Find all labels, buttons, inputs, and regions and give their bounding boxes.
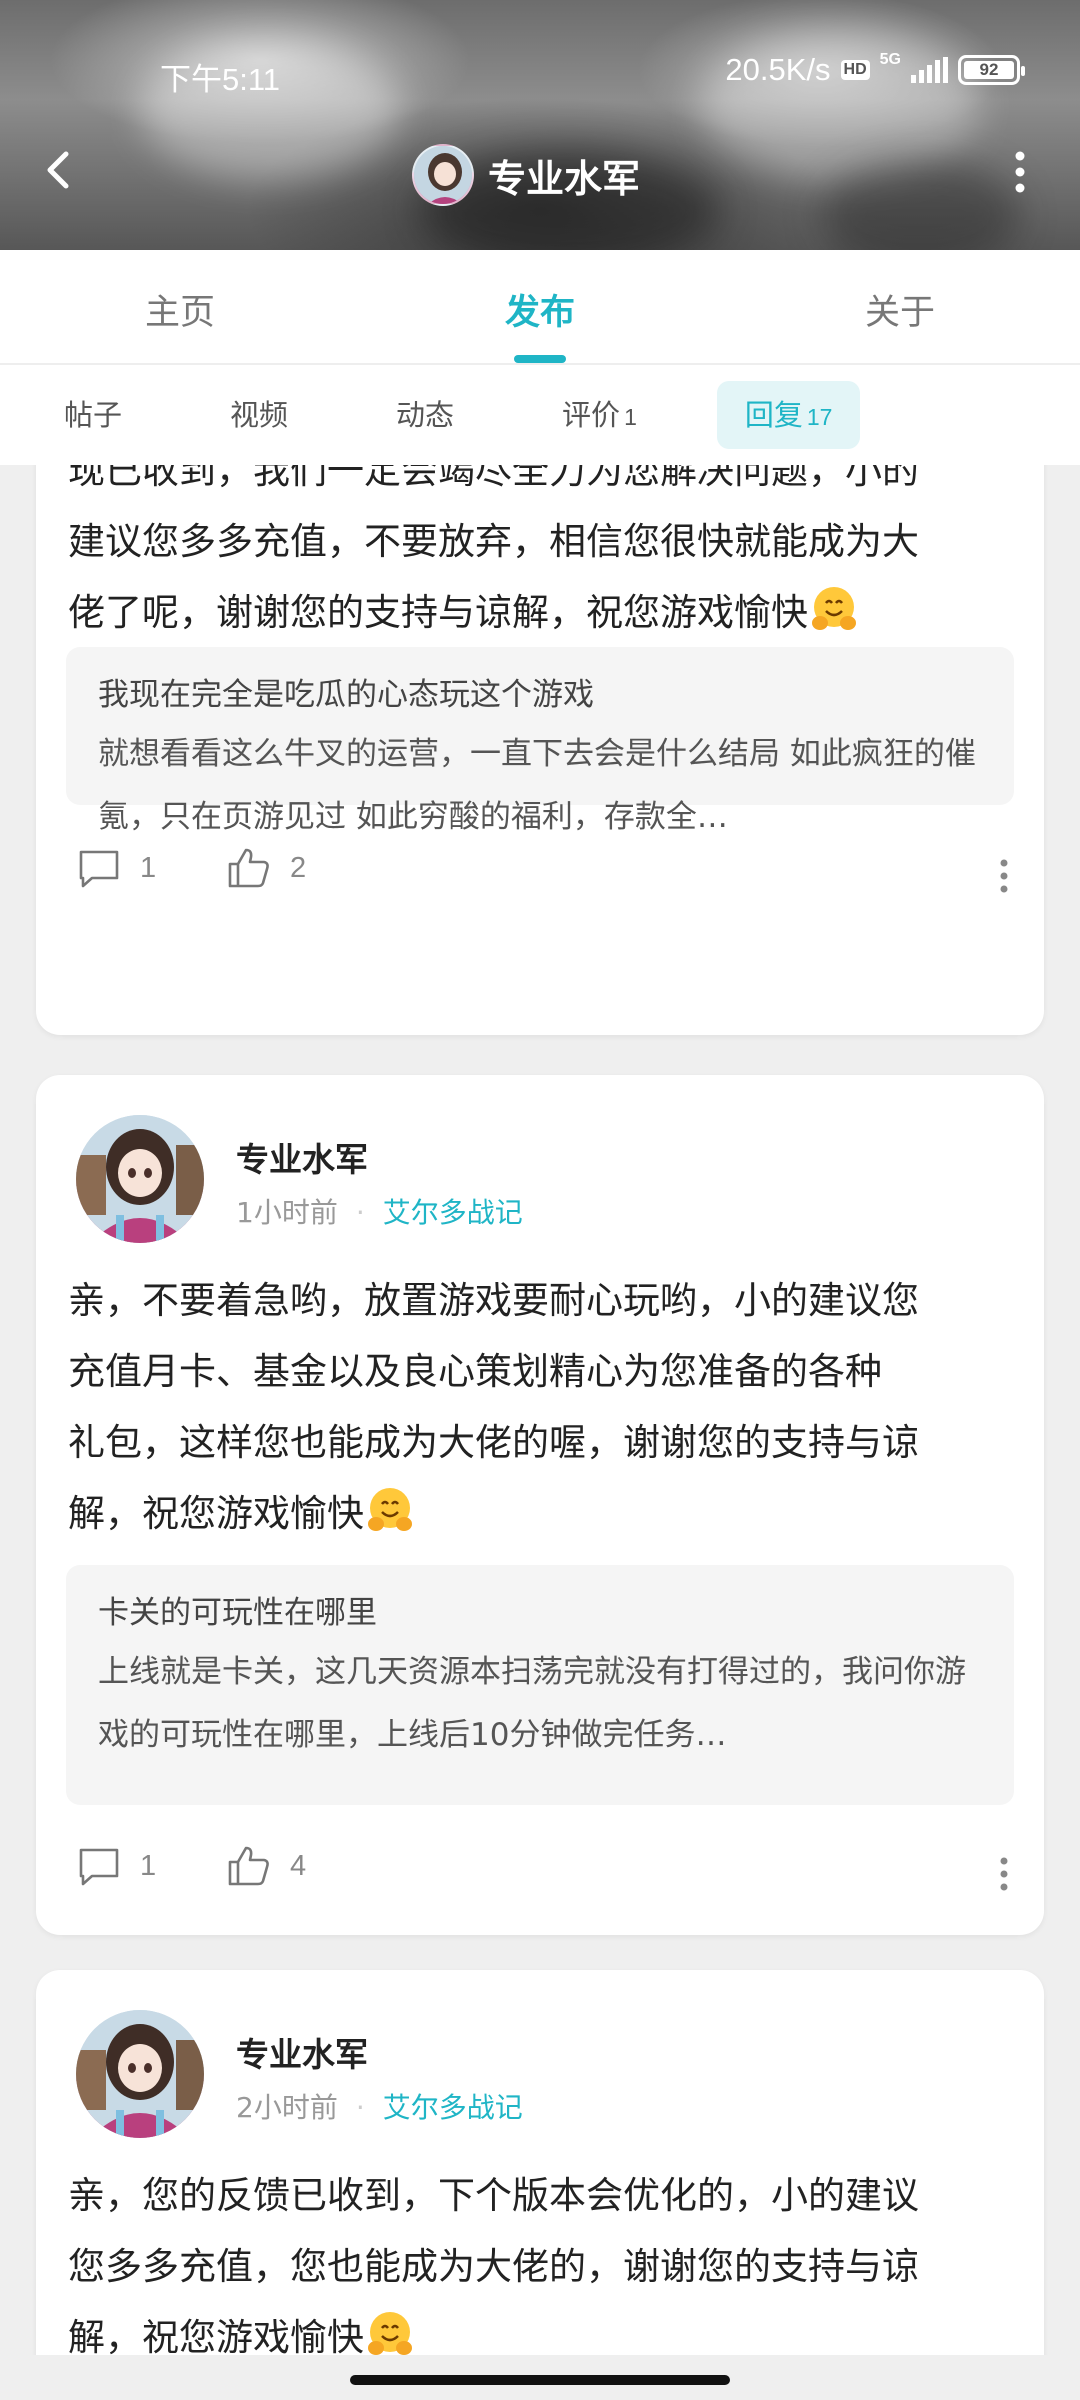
subtab-replies[interactable]: 回复 17 [716,381,861,449]
reply-line: 建议您多多充值，不要放弃，相信您很快就能成为大 [68,520,919,563]
subtab-replies-label: 回复 [744,398,803,432]
quoted-review-title: 我现在完全是吃瓜的心态玩这个游戏 [98,677,594,713]
quoted-review-body: 就想看看这么牛叉的运营，一直下去会是什么结局 如此疯狂的催氪，只在页游见过 如此… [98,736,976,835]
sub-tabs: 帖子 视频 动态 评价 1 回复 17 [0,365,1080,465]
reply-line: 解，祝您游戏愉快 [68,2316,364,2355]
network-type: 5G [879,51,901,68]
header-avatar[interactable] [412,144,474,206]
reply-line: 现已收到，我们一定会竭尽全力为您解决问题，小的 [68,465,919,492]
battery-icon: 92 [958,55,1025,85]
subtab-moments[interactable]: 动态 [368,381,482,449]
tab-about[interactable]: 关于 [720,250,1080,363]
separator-dot: · [355,2091,365,2124]
reply-feed: 现已收到，我们一定会竭尽全力为您解决问题，小的 建议您多多充值，不要放弃，相信您… [0,465,1080,2355]
reply-meta: 1小时前 · 艾尔多战记 [236,1191,523,1231]
thumbs-up-icon [228,1846,269,1886]
game-link[interactable]: 艾尔多战记 [383,2091,523,2124]
back-button[interactable] [30,140,90,200]
reply-text: 亲，您的反馈已收到，下个版本会优化的，小的建议 您多多充值，您也能成为大佬的，谢… [68,2160,1014,2355]
author-name[interactable]: 专业水军 [236,1133,368,1181]
status-bar: 下午5:11 20.5K/s HD 5G 92 [0,40,1080,100]
more-options-button[interactable] [990,142,1050,202]
subtab-reviews-label: 评价 [562,398,621,432]
battery-level: 92 [979,60,999,79]
home-indicator[interactable] [350,2375,730,2385]
reply-meta: 2小时前 · 艾尔多战记 [236,2086,523,2126]
more-vertical-icon [1015,151,1025,193]
hd-icon: HD [840,60,870,80]
quoted-review[interactable]: 我现在完全是吃瓜的心态玩这个游戏 就想看看这么牛叉的运营，一直下去会是什么结局 … [66,647,1014,835]
reply-line: 解，祝您游戏愉快 [68,1492,364,1535]
like-button[interactable]: 2 [226,845,306,891]
hugging-face-icon [368,2312,412,2355]
signal-icon [911,57,948,83]
author-name[interactable]: 专业水军 [236,2028,368,2076]
comment-icon [79,1848,119,1886]
reply-time: 1小时前 [236,1196,338,1229]
like-count: 4 [290,1849,307,1882]
comment-count: 1 [140,1849,157,1882]
status-time: 下午5:11 [160,62,281,97]
header-title: 专业水军 [488,157,641,201]
separator-dot: · [355,1196,365,1229]
reply-line: 亲，不要着急哟，放置游戏要耐心玩哟，小的建议您 [68,1279,919,1322]
subtab-videos[interactable]: 视频 [202,381,316,449]
main-tabs: 主页 发布 关于 [0,250,1080,365]
reply-actions: 1 2 [76,845,1014,905]
more-vertical-icon[interactable] [994,1851,1014,1897]
comment-button[interactable]: 1 [76,1843,156,1889]
tab-published[interactable]: 发布 [360,250,720,363]
reply-text: 亲，不要着急哟，放置游戏要耐心玩哟，小的建议您 充值月卡、基金以及良心策划精心为… [68,1265,1014,1549]
author-avatar[interactable] [76,2010,204,2138]
subtab-posts-label: 帖子 [64,398,123,432]
hugging-face-icon [812,587,856,630]
reply-line: 礼包，这样您也能成为大佬的喔，谢谢您的支持与谅 [68,1421,919,1464]
quoted-review-title: 卡关的可玩性在哪里 [98,1595,377,1631]
reply-line: 亲，您的反馈已收到，下个版本会优化的，小的建议 [68,2174,919,2217]
author-avatar[interactable] [76,1115,204,1243]
subtab-reviews-count: 1 [624,404,637,430]
more-vertical-icon[interactable] [994,853,1014,899]
hugging-face-icon [368,1488,412,1531]
subtab-reviews[interactable]: 评价 1 [534,381,665,449]
quoted-review[interactable]: 卡关的可玩性在哪里 上线就是卡关，这几天资源本扫荡完就没有打得过的，我问你游戏的… [66,1565,1014,1805]
like-count: 2 [290,851,307,884]
subtab-replies-count: 17 [806,404,833,430]
reply-card[interactable]: 现已收到，我们一定会竭尽全力为您解决问题，小的 建议您多多充值，不要放弃，相信您… [36,465,1044,1035]
reply-time: 2小时前 [236,2091,338,2124]
thumbs-up-icon [228,848,269,888]
subtab-videos-label: 视频 [230,398,289,432]
reply-text: 现已收到，我们一定会竭尽全力为您解决问题，小的 建议您多多充值，不要放弃，相信您… [68,465,1014,648]
back-icon [47,151,69,189]
reply-line: 您多多充值，您也能成为大佬的，谢谢您的支持与谅 [68,2245,919,2288]
quoted-review-body: 上线就是卡关，这几天资源本扫荡完就没有打得过的，我问你游戏的可玩性在哪里，上线后… [98,1654,966,1753]
tab-home[interactable]: 主页 [0,250,360,363]
net-speed: 20.5K/s [725,52,831,87]
reply-card[interactable]: 专业水军 1小时前 · 艾尔多战记 亲，不要着急哟，放置游戏要耐心玩哟，小的建议您 … [36,1075,1044,1935]
comment-button[interactable]: 1 [76,845,156,891]
reply-actions: 1 4 [76,1843,1014,1903]
comment-icon [79,850,119,888]
subtab-moments-label: 动态 [396,398,455,432]
profile-cover: 下午5:11 20.5K/s HD 5G 92 专业水军 [0,0,1080,250]
reply-line: 充值月卡、基金以及良心策划精心为您准备的各种 [68,1350,882,1393]
comment-count: 1 [140,851,157,884]
reply-line: 佬了呢，谢谢您的支持与谅解，祝您游戏愉快 [68,591,808,634]
like-button[interactable]: 4 [226,1843,306,1889]
reply-card[interactable]: 专业水军 2小时前 · 艾尔多战记 亲，您的反馈已收到，下个版本会优化的，小的建议 … [36,1970,1044,2355]
subtab-posts[interactable]: 帖子 [36,381,150,449]
game-link[interactable]: 艾尔多战记 [383,1196,523,1229]
